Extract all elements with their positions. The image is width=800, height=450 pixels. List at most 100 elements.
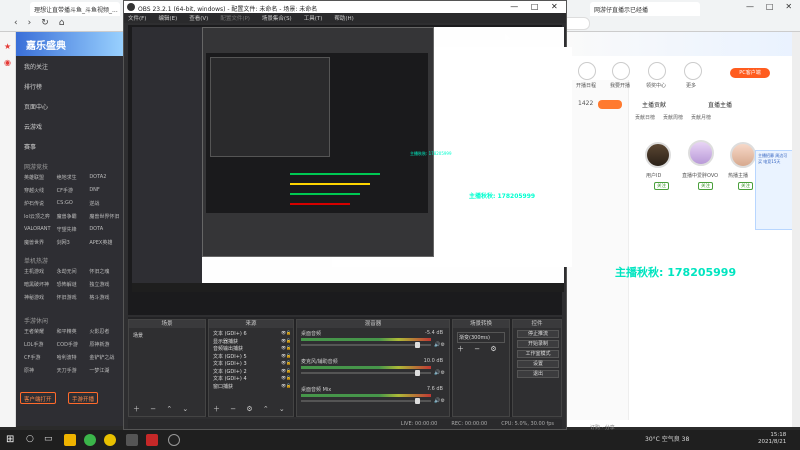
search-icon[interactable]: ○ [26, 434, 38, 446]
close-icon[interactable]: ✕ [785, 2, 792, 14]
transition-select[interactable]: 渐变(300ms) [457, 332, 505, 343]
game-category-item[interactable]: 怀旧游戏 [57, 294, 90, 301]
volume-slider-handle[interactable] [415, 370, 420, 376]
file-explorer-icon[interactable] [64, 434, 76, 446]
game-category-item[interactable]: 魔兽世界怀旧 [89, 213, 122, 220]
menu-file[interactable]: 文件(F) [128, 14, 146, 22]
obs-taskbar-icon[interactable] [168, 434, 180, 446]
sidebar-item-follow[interactable]: 我的关注 [24, 62, 48, 71]
schedule-icon[interactable] [578, 62, 596, 80]
stop-streaming-button[interactable]: 停止推流 [517, 330, 559, 338]
game-category-item[interactable]: 王者荣耀 [24, 328, 57, 335]
app-icon[interactable] [146, 434, 158, 446]
studio-mode-button[interactable]: 工作室模式 [517, 350, 559, 358]
game-category-item[interactable]: 守望先锋 [57, 226, 90, 233]
game-category-item[interactable]: LOL手游 [24, 341, 57, 348]
game-category-item[interactable]: 魔兽争霸 [57, 213, 90, 220]
menu-scene-collection[interactable]: 场景集合(S) [262, 14, 292, 22]
source-item[interactable]: 窗口捕获 👁🔓 [213, 383, 291, 390]
game-category-item[interactable]: DOTA [89, 226, 122, 233]
game-category-item[interactable]: 和平精英 [57, 328, 90, 335]
browser-tab-left[interactable]: 理想让直带播斗鱼_斗鱼视频_... [30, 2, 120, 16]
follow-button[interactable]: 关注 [738, 182, 753, 190]
visibility-lock-icon[interactable]: 👁🔓 [281, 330, 291, 335]
game-category-item[interactable]: 暗黑破坏神 [24, 281, 57, 288]
go-live-icon[interactable] [612, 62, 630, 80]
visibility-lock-icon[interactable]: 👁🔓 [281, 353, 291, 358]
game-category-item[interactable]: 英雄联盟 [24, 174, 57, 181]
maximize-icon[interactable]: □ [766, 2, 774, 14]
douyu-banner[interactable]: 嘉乐盛典 [16, 32, 126, 56]
minimize-icon[interactable]: — [510, 2, 518, 12]
game-category-item[interactable]: 怀旧之魂 [89, 268, 122, 275]
game-category-item[interactable]: 炉石传说 [24, 200, 57, 207]
start-recording-button[interactable]: 开始录制 [517, 340, 559, 348]
game-category-item[interactable]: 金铲铲之战 [89, 354, 122, 361]
game-category-item[interactable]: 逆战 [89, 200, 122, 207]
tab-live[interactable]: 直播主播 [708, 100, 732, 109]
game-category-item[interactable]: DNF [89, 187, 122, 194]
scrollbar[interactable] [792, 32, 800, 427]
subtab-week[interactable]: 贡献周榜 [663, 114, 683, 126]
star-icon[interactable]: ★ [4, 42, 11, 51]
game-category-item[interactable]: 绝地求生 [57, 174, 90, 181]
game-category-item[interactable]: 格斗游戏 [89, 294, 122, 301]
follow-button[interactable]: 关注 [698, 182, 713, 190]
settings-button[interactable]: 设置 [517, 360, 559, 368]
weibo-icon[interactable]: ◉ [4, 58, 11, 67]
game-category-item[interactable]: 火影忍者 [89, 328, 122, 335]
game-category-item[interactable]: 天刀手游 [57, 367, 90, 374]
game-category-item[interactable]: 永劫无间 [57, 268, 90, 275]
scenes-toolbar[interactable]: ＋ − ⌃ ⌄ [133, 404, 192, 414]
open-client-button[interactable]: 客户端打开 [20, 392, 56, 404]
avatar[interactable] [688, 140, 714, 166]
game-category-item[interactable]: lol云顶之弈 [24, 213, 57, 220]
visibility-lock-icon[interactable]: 👁🔓 [281, 375, 291, 380]
transition-toolbar[interactable]: ＋ − ⚙ [457, 344, 501, 354]
visibility-lock-icon[interactable]: 👁🔓 [281, 360, 291, 365]
avatar[interactable] [645, 142, 671, 168]
back-icon[interactable]: ‹ [14, 18, 18, 30]
source-item[interactable]: 文本 (GDI+) 5 👁🔓 [213, 353, 291, 360]
game-category-item[interactable]: 恐怖解谜 [57, 281, 90, 288]
orange-badge[interactable] [598, 100, 622, 109]
reward-center-icon[interactable] [648, 62, 666, 80]
maximize-icon[interactable]: □ [531, 2, 539, 12]
game-category-item[interactable]: 穿越火线 [24, 187, 57, 194]
app-icon[interactable] [104, 434, 116, 446]
clock[interactable]: 15:18 2021/8/21 [758, 432, 786, 446]
visibility-lock-icon[interactable]: 👁🔓 [281, 345, 291, 350]
weather-widget[interactable]: 30°C 空气良 38 [645, 434, 689, 443]
source-item[interactable]: 文本 (GDI+) 3 👁🔓 [213, 360, 291, 367]
browser-tab-right[interactable]: 网游仔直播示已经播 [590, 2, 700, 16]
volume-slider[interactable] [301, 344, 431, 346]
menu-view[interactable]: 查看(V) [189, 14, 208, 22]
game-category-item[interactable]: CS:GO [57, 200, 90, 207]
game-category-item[interactable]: 哈利波特 [57, 354, 90, 361]
sidebar-item-rank[interactable]: 排行榜 [24, 82, 42, 91]
app-icon[interactable] [126, 434, 138, 446]
menu-tools[interactable]: 工具(T) [304, 14, 323, 22]
visibility-lock-icon[interactable]: 👁🔓 [281, 368, 291, 373]
game-category-item[interactable]: 原神 [24, 367, 57, 374]
game-category-item[interactable]: APEX英雄 [89, 239, 122, 246]
game-category-item[interactable]: 剑网3 [57, 239, 90, 246]
game-category-item[interactable]: COD手游 [57, 341, 90, 348]
windows-start-icon[interactable]: ⊞ [6, 434, 18, 446]
minimize-icon[interactable]: — [746, 2, 754, 14]
speaker-icon[interactable]: 🔊⚙ [434, 342, 445, 348]
home-icon[interactable]: ⌂ [59, 18, 65, 30]
more-icon[interactable] [684, 62, 702, 80]
game-category-item[interactable]: 主机游戏 [24, 268, 57, 275]
pc-client-button[interactable]: PC客户端 [730, 68, 770, 78]
game-category-item[interactable]: 独立游戏 [89, 281, 122, 288]
game-category-item[interactable]: DOTA2 [89, 174, 122, 181]
game-category-item[interactable]: 神秘游戏 [24, 294, 57, 301]
avatar[interactable] [730, 142, 756, 168]
browser-icon[interactable] [84, 434, 96, 446]
sidebar-item-esports[interactable]: 赛事 [24, 142, 36, 151]
promo-card[interactable]: 主播招募 周边可买 电竞15天 [755, 150, 793, 230]
source-item[interactable]: 音频输出捕获 👁🔓 [213, 345, 291, 352]
mobile-stream-button[interactable]: 手游开播 [68, 392, 99, 404]
volume-slider[interactable] [301, 372, 431, 374]
